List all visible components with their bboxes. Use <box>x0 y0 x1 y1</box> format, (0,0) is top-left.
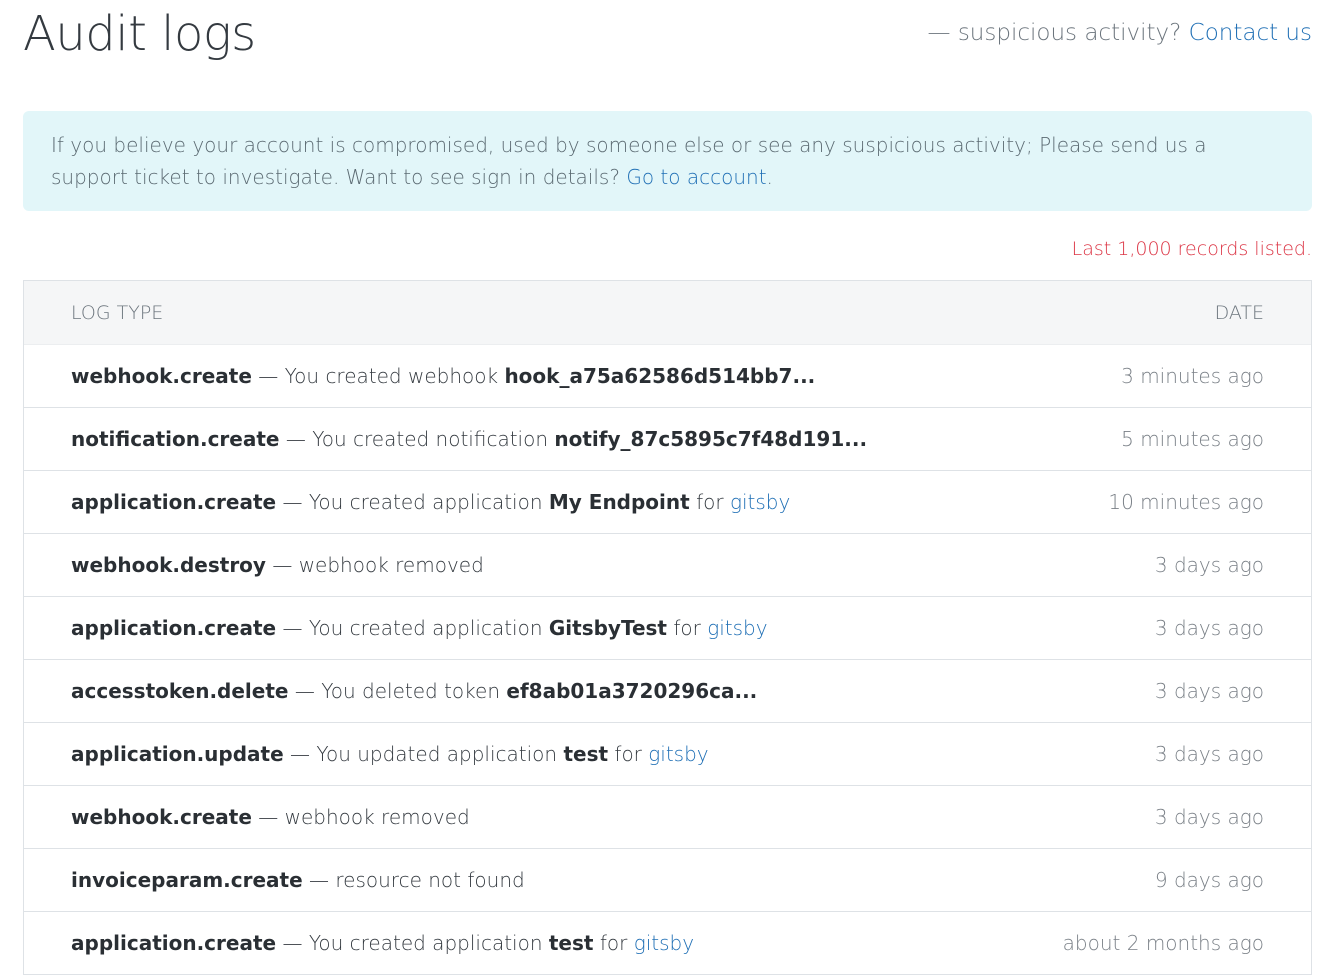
log-text: webhook removed <box>298 553 484 577</box>
for-text: for <box>599 931 628 955</box>
separator: — <box>282 931 303 955</box>
security-alert: If you believe your account is compromis… <box>23 111 1312 211</box>
log-date: 3 days ago <box>1154 742 1264 766</box>
contact-prefix: — suspicious activity? <box>927 20 1182 46</box>
table-row: application.create — You created applica… <box>24 597 1311 660</box>
log-text: resource not found <box>335 868 525 892</box>
log-description: webhook.destroy — webhook removed <box>71 553 484 577</box>
account-link[interactable]: gitsby <box>707 616 767 640</box>
column-header-log-type: LOG TYPE <box>71 301 164 324</box>
column-header-date: DATE <box>1214 301 1264 324</box>
page-header: Audit logs — suspicious activity? Contac… <box>23 0 1312 100</box>
separator: — <box>290 742 311 766</box>
log-type: application.create <box>71 490 277 514</box>
log-resource: My Endpoint <box>548 490 690 514</box>
log-date: about 2 months ago <box>1062 931 1264 955</box>
audit-logs-page: Audit logs — suspicious activity? Contac… <box>23 0 1312 975</box>
table-row: invoiceparam.create — resource not found… <box>24 849 1311 912</box>
log-date: 3 days ago <box>1154 553 1264 577</box>
log-date: 9 days ago <box>1154 868 1264 892</box>
log-description: accesstoken.delete — You deleted token e… <box>71 679 757 703</box>
separator: — <box>309 868 330 892</box>
table-row: webhook.destroy — webhook removed 3 days… <box>24 534 1311 597</box>
log-resource: notify_87c5895c7f48d191... <box>554 427 868 451</box>
log-type: notification.create <box>71 427 280 451</box>
log-text: You created application <box>308 616 543 640</box>
for-text: for <box>696 490 724 514</box>
log-resource: hook_a75a62586d514bb7... <box>504 364 816 388</box>
log-type: application.update <box>71 742 284 766</box>
separator: — <box>258 805 279 829</box>
go-to-account-link[interactable]: Go to account <box>626 165 766 189</box>
for-text: for <box>614 742 642 766</box>
log-description: webhook.create — You created webhook hoo… <box>71 364 815 388</box>
table-row: webhook.create — You created webhook hoo… <box>24 345 1311 408</box>
audit-log-table: LOG TYPE DATE webhook.create — You creat… <box>23 280 1312 975</box>
log-description: application.create — You created applica… <box>71 490 790 514</box>
separator: — <box>294 679 315 703</box>
separator: — <box>285 427 306 451</box>
log-text: webhook removed <box>284 805 470 829</box>
log-type: webhook.create <box>71 805 252 829</box>
contact-us-link[interactable]: Contact us <box>1189 20 1312 46</box>
table-header: LOG TYPE DATE <box>24 281 1311 345</box>
log-resource: test <box>548 931 594 955</box>
log-description: notification.create — You created notifi… <box>71 427 867 451</box>
separator: — <box>272 553 293 577</box>
log-date: 10 minutes ago <box>1108 490 1264 514</box>
log-date: 3 days ago <box>1154 679 1264 703</box>
log-description: application.create — You created applica… <box>71 616 768 640</box>
log-type: application.create <box>71 616 277 640</box>
log-type: invoiceparam.create <box>71 868 303 892</box>
log-text: You updated application <box>316 742 558 766</box>
log-resource: GitsbyTest <box>548 616 667 640</box>
log-date: 5 minutes ago <box>1121 427 1264 451</box>
log-date: 3 minutes ago <box>1121 364 1264 388</box>
log-text: You created application <box>308 931 543 955</box>
log-description: invoiceparam.create — resource not found <box>71 868 525 892</box>
account-link[interactable]: gitsby <box>648 742 708 766</box>
account-link[interactable]: gitsby <box>634 931 694 955</box>
log-text: You deleted token <box>321 679 501 703</box>
log-text: You created notification <box>312 427 549 451</box>
table-row: webhook.create — webhook removed 3 days … <box>24 786 1311 849</box>
log-type: webhook.destroy <box>71 553 266 577</box>
log-description: webhook.create — webhook removed <box>71 805 470 829</box>
account-link[interactable]: gitsby <box>730 490 790 514</box>
table-row: accesstoken.delete — You deleted token e… <box>24 660 1311 723</box>
log-description: application.create — You created applica… <box>71 931 694 955</box>
contact-prompt: — suspicious activity? Contact us <box>928 20 1312 46</box>
page-title: Audit logs <box>23 6 256 62</box>
log-type: accesstoken.delete <box>71 679 289 703</box>
separator: — <box>282 616 303 640</box>
records-note: Last 1,000 records listed. <box>1071 238 1312 260</box>
log-text: You created application <box>308 490 543 514</box>
log-resource: test <box>563 742 609 766</box>
for-text: for <box>673 616 701 640</box>
table-row: application.update — You updated applica… <box>24 723 1311 786</box>
log-resource: ef8ab01a3720296ca... <box>506 679 758 703</box>
log-date: 3 days ago <box>1154 805 1264 829</box>
log-type: webhook.create <box>71 364 252 388</box>
table-row: notification.create — You created notifi… <box>24 408 1311 471</box>
log-date: 3 days ago <box>1154 616 1264 640</box>
separator: — <box>282 490 303 514</box>
log-type: application.create <box>71 931 277 955</box>
table-row: application.create — You created applica… <box>24 471 1311 534</box>
alert-suffix: . <box>766 165 773 189</box>
separator: — <box>258 364 279 388</box>
log-description: application.update — You updated applica… <box>71 742 709 766</box>
log-text: You created webhook <box>284 364 499 388</box>
table-body: webhook.create — You created webhook hoo… <box>24 345 1311 975</box>
